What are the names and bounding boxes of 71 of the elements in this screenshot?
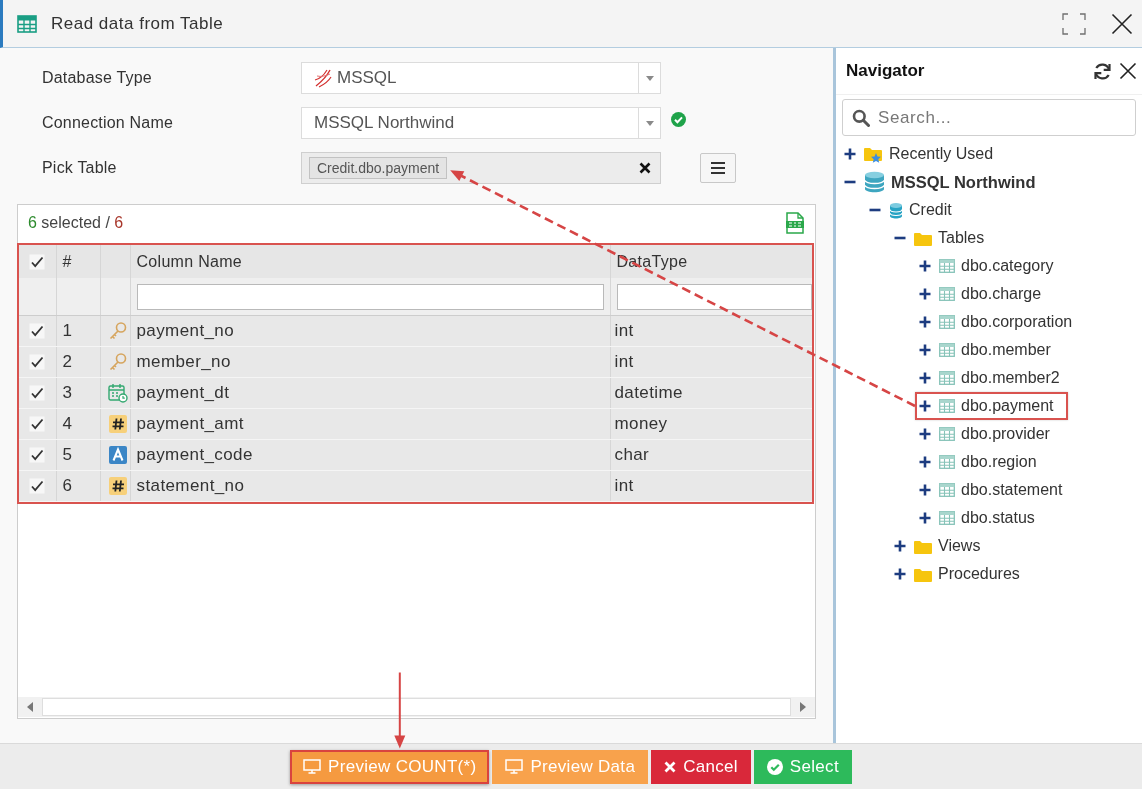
- field-label: Connection Name: [42, 114, 175, 132]
- table-grid-icon: [939, 483, 955, 497]
- caret-icon: [645, 120, 654, 126]
- tree-item[interactable]: dbo.region: [915, 448, 1051, 476]
- table-grid-icon: [939, 427, 955, 441]
- tree-item[interactable]: dbo.status: [915, 504, 1049, 532]
- expand-icon[interactable]: [919, 344, 931, 356]
- tree-item[interactable]: dbo.member2: [915, 364, 1074, 392]
- expand-icon[interactable]: [894, 540, 906, 552]
- tree-item[interactable]: Tables: [890, 224, 999, 252]
- menu-icon: [711, 162, 725, 174]
- table-grid-icon: [939, 343, 955, 357]
- close-icon[interactable]: [1119, 62, 1137, 80]
- refresh-icon[interactable]: [1093, 61, 1112, 81]
- table-grid-icon: [939, 315, 955, 329]
- dropdown[interactable]: MSSQL Northwind: [301, 107, 661, 139]
- times-icon: [664, 760, 677, 773]
- tree-item[interactable]: dbo.payment: [915, 392, 1068, 420]
- tree-item[interactable]: dbo.charge: [915, 280, 1056, 308]
- expand-icon[interactable]: [919, 456, 931, 468]
- expand-icon[interactable]: [919, 260, 931, 272]
- tree-item[interactable]: dbo.corporation: [915, 308, 1087, 336]
- table-grid-icon: [939, 259, 955, 273]
- monitor-icon: [505, 759, 524, 774]
- table-grid-icon: [939, 511, 955, 525]
- field-label: Pick Table: [42, 159, 118, 177]
- dropdown[interactable]: MSSQL: [301, 62, 661, 94]
- database-icon: [889, 201, 903, 219]
- panel-title: Navigator: [846, 61, 926, 81]
- table-grid-icon: [939, 371, 955, 385]
- expand-icon[interactable]: [919, 484, 931, 496]
- table-grid-icon: [939, 455, 955, 469]
- expand-icon[interactable]: [894, 568, 906, 580]
- tree-item[interactable]: dbo.statement: [915, 476, 1077, 504]
- folder-icon: [914, 230, 932, 246]
- cancel-button[interactable]: Cancel: [651, 749, 751, 784]
- starred-folder-icon: [864, 145, 883, 163]
- monitor-icon: [303, 759, 322, 774]
- table-grid-icon: [939, 287, 955, 301]
- tree-item[interactable]: Credit: [865, 196, 966, 224]
- search-field[interactable]: Search...: [842, 99, 1136, 136]
- expand-icon[interactable]: [919, 316, 931, 328]
- field-label: Database Type: [42, 69, 153, 87]
- expand-icon[interactable]: [919, 512, 931, 524]
- folder-icon: [914, 566, 932, 582]
- search-icon: [852, 109, 870, 127]
- expand-icon[interactable]: [919, 288, 931, 300]
- close-icon[interactable]: [1111, 12, 1133, 35]
- fullscreen-icon[interactable]: [1062, 12, 1086, 35]
- tree-item[interactable]: Recently Used: [840, 140, 1008, 168]
- caret-icon: [645, 75, 654, 81]
- check-circle-icon: [766, 758, 783, 775]
- window-title: Read data from Table: [51, 13, 224, 34]
- tree-item[interactable]: dbo.category: [915, 252, 1068, 280]
- expand-icon[interactable]: [919, 400, 931, 412]
- menu-button[interactable]: [700, 153, 736, 183]
- table-icon: [17, 14, 37, 33]
- tree-item[interactable]: Views: [890, 532, 995, 560]
- tree-item[interactable]: MSSQL Northwind: [840, 168, 1050, 196]
- expand-icon[interactable]: [919, 372, 931, 384]
- table-grid-icon: [939, 399, 955, 413]
- tree-item[interactable]: Procedures: [890, 560, 1034, 588]
- table-tag[interactable]: Credit.dbo.payment: [309, 157, 448, 179]
- expand-icon[interactable]: [919, 428, 931, 440]
- folder-icon: [914, 538, 932, 554]
- tree-item[interactable]: dbo.provider: [915, 420, 1064, 448]
- expand-icon[interactable]: [844, 148, 856, 160]
- tree-item[interactable]: dbo.member: [915, 336, 1065, 364]
- selection-summary: 6 selected / 6: [28, 214, 124, 232]
- clear-icon[interactable]: [639, 162, 651, 174]
- database-stack-icon: [864, 171, 885, 193]
